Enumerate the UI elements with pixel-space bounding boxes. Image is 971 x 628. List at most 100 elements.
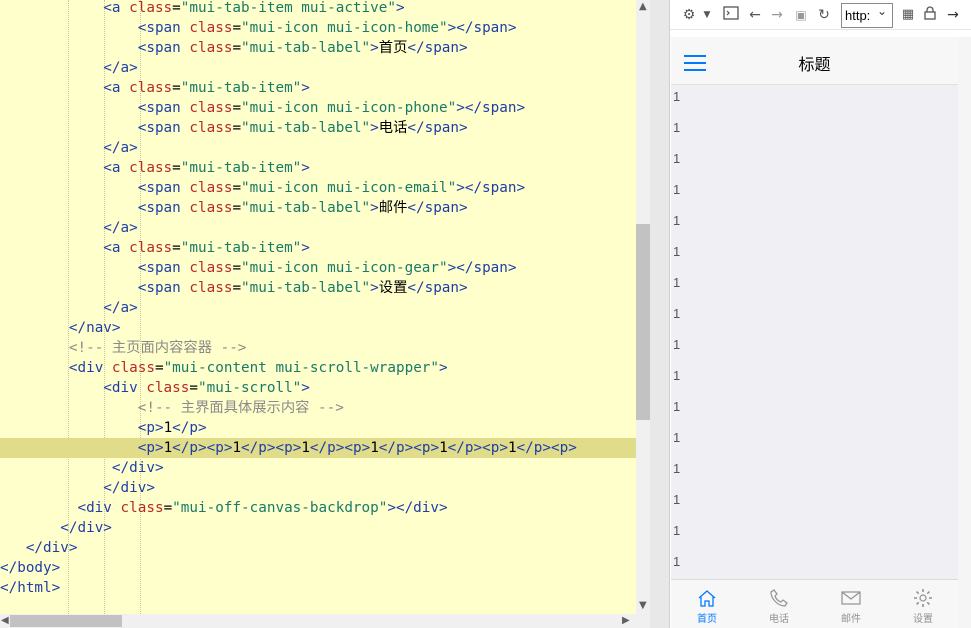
code-line[interactable]: </a> [0,298,636,318]
code-editor[interactable]: <a class="mui-tab-item mui-active"> <spa… [0,0,636,614]
code-line[interactable]: <span class="mui-icon mui-icon-phone"></… [0,98,636,118]
scroll-up-icon[interactable]: ▲ [639,2,647,12]
code-line[interactable]: <span class="mui-tab-label">邮件</span> [0,198,636,218]
code-token: 1 [439,440,448,456]
preview-scrollbar[interactable] [958,37,971,628]
devtools-icon[interactable] [722,6,740,24]
scroll-left-icon[interactable]: ◀ [1,616,9,626]
code-token: "mui-off-canvas-backdrop" [172,500,388,516]
forward-icon[interactable]: → [768,6,786,24]
code-line[interactable]: </html> [0,578,636,598]
tab-settings[interactable]: 设置 [887,580,959,628]
tab-email[interactable]: 邮件 [815,580,887,628]
code-token: </a> [103,220,138,236]
code-line[interactable]: </a> [0,58,636,78]
code-line[interactable]: </nav> [0,318,636,338]
code-token: "mui-tab-label" [241,280,371,296]
code-line[interactable]: <a class="mui-tab-item"> [0,158,636,178]
qr-icon[interactable]: ▦ [899,6,917,24]
code-line[interactable]: <span class="mui-tab-label">设置</span> [0,278,636,298]
code-token: = [232,100,242,116]
code-token: "mui-icon mui-icon-home" [241,20,448,36]
phone-icon [770,589,788,607]
code-token: </div> [25,540,78,556]
editor-vertical-scroll-thumb[interactable] [636,224,650,420]
tab-label: 首页 [697,614,717,625]
code-line[interactable]: </body> [0,558,636,578]
code-token: = [172,80,181,96]
gear-icon[interactable]: ⚙ [678,6,700,24]
list-item: 1 [673,306,681,321]
code-line[interactable]: <p>1</p> [0,418,636,438]
code-token: class [189,180,233,196]
editor-horizontal-scroll-thumb[interactable] [10,615,122,627]
page-title: 标题 [798,57,831,74]
code-line[interactable]: <span class="mui-tab-label">首页</span> [0,38,636,58]
code-line[interactable]: </div> [0,458,636,478]
panel-gap [650,0,670,628]
code-token: > [301,380,310,396]
code-line[interactable]: <span class="mui-icon mui-icon-gear"></s… [0,258,636,278]
phone-header: 标题 [671,37,958,85]
code-token: = [232,280,242,296]
chevron-down-icon[interactable]: ▼ [700,6,714,24]
code-token: ></span> [447,20,517,36]
scroll-down-icon[interactable]: ▼ [639,601,647,611]
code-line[interactable]: <div class="mui-scroll"> [0,378,636,398]
code-token: = [232,260,242,276]
reload-icon[interactable]: ↻ [815,6,833,24]
code-token: > [439,360,448,376]
code-token: class [120,500,164,516]
tab-phone[interactable]: 电话 [743,580,815,628]
code-line[interactable]: </div> [0,478,636,498]
panel-divider[interactable] [669,0,670,628]
back-icon[interactable]: ← [746,6,764,24]
code-token: > [370,280,379,296]
list-item: 1 [673,399,681,414]
code-token: "mui-tab-item mui-active" [180,0,396,16]
code-line[interactable]: <div class="mui-content mui-scroll-wrapp… [0,358,636,378]
code-line[interactable]: <!-- 主界面具体展示内容 --> [0,398,636,418]
code-line[interactable]: </a> [0,138,636,158]
code-line[interactable]: <div class="mui-off-canvas-backdrop"></d… [0,498,636,518]
code-token: "mui-icon mui-icon-gear" [241,260,448,276]
code-token: "mui-tab-item" [180,240,302,256]
code-line[interactable]: </div> [0,518,636,538]
stop-icon[interactable]: ▣ [792,6,810,24]
code-token: = [154,360,164,376]
code-line[interactable]: <span class="mui-icon mui-icon-home"></s… [0,18,636,38]
code-token: "mui-icon mui-icon-phone" [241,100,457,116]
url-dropdown-icon[interactable]: ⌄ [877,4,887,18]
code-token: </a> [103,140,138,156]
code-line[interactable]: <span class="mui-icon mui-icon-email"></… [0,178,636,198]
list-item: 1 [673,337,681,352]
code-line[interactable]: </div> [0,538,636,558]
code-token: 首页 [378,40,408,56]
list-item: 1 [673,275,681,290]
code-line[interactable]: </a> [0,218,636,238]
code-token: </p><p> [516,440,577,456]
code-token: = [172,160,181,176]
code-line[interactable]: <span class="mui-tab-label">电话</span> [0,118,636,138]
code-line[interactable]: <!-- 主页面内容容器 --> [0,338,636,358]
email-icon [841,591,861,605]
code-line[interactable]: <a class="mui-tab-item mui-active"> [0,0,636,18]
code-line[interactable]: <p>1</p><p>1</p><p>1</p><p>1</p><p>1</p>… [0,438,636,458]
code-token: <span [137,280,190,296]
go-icon[interactable]: → [944,6,962,24]
tab-home[interactable]: 首页 [671,580,743,628]
code-line[interactable]: <a class="mui-tab-item"> [0,78,636,98]
code-token: class [129,0,173,16]
scroll-right-icon[interactable]: ▶ [622,616,630,626]
gear-icon [914,589,932,607]
lock-icon[interactable] [921,6,939,24]
code-line[interactable]: <a class="mui-tab-item"> [0,238,636,258]
